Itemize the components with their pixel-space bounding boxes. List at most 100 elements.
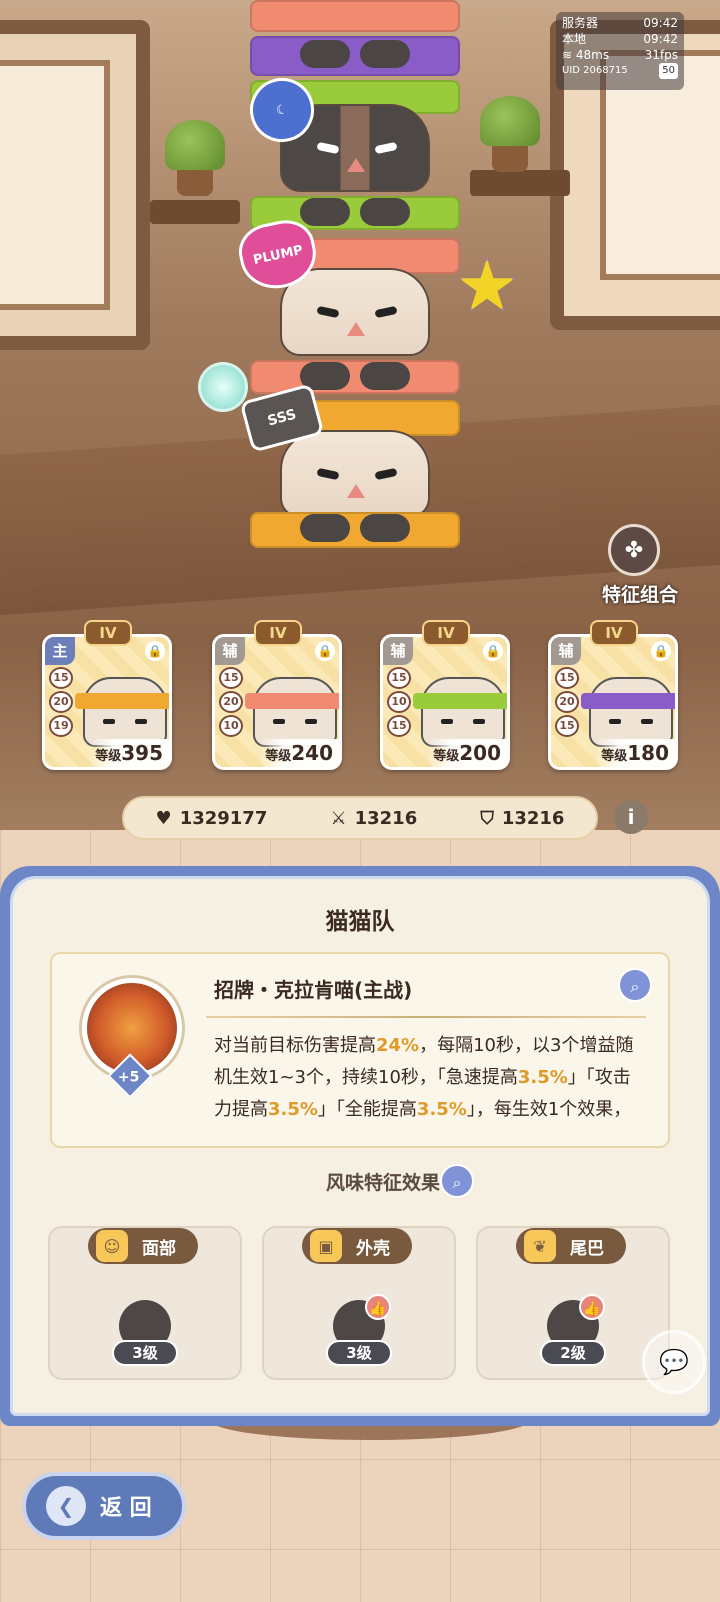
stat-bubble: 20 [49,691,73,713]
trait-combo-label: 特征组合 [601,584,678,606]
role-badge: 辅 [383,637,413,665]
level-prefix: 等级 [433,749,460,764]
local-label: 本地 [562,32,587,46]
ping-value: 48ms [575,48,610,62]
stat-bubble: 15 [555,667,579,689]
level-label: 等级180 [595,739,675,767]
magnifier-icon: ⌕ [630,977,640,996]
cat-eyes [273,719,317,724]
trait-stats: 15 20 15 [555,667,579,737]
level-value: 200 [459,741,501,765]
shield-icon: ⛉ [480,807,494,829]
plant-left [165,120,225,170]
level-label: 等级200 [427,739,507,767]
plump-text: PLUMP [251,242,305,268]
team-card-support[interactable]: 辅 🔒 15 20 15 等级180 [548,634,678,770]
cat-portrait [413,677,507,747]
trait-zoom-button[interactable]: ⌕ [440,1164,474,1198]
stat-bubble: 20 [555,691,579,713]
plant-right [480,96,540,146]
info-button[interactable]: i [614,800,648,834]
network-status-panel: 服务器 09:42 本地 09:42 ≋ 48ms 31fps UID 2068715… [556,12,684,90]
back-button[interactable]: ❮ 返 回 [22,1472,186,1540]
wifi-icon: ≋ [562,48,573,62]
trait-combo-button[interactable]: ✤ [608,524,660,576]
role-badge: 辅 [215,637,245,665]
shelf-right [470,170,570,196]
lock-icon[interactable]: 🔒 [483,641,503,661]
skill-text: 」「全能提高 [317,1099,417,1120]
stat-bubble: 15 [49,667,73,689]
cat-band [413,693,507,709]
lock-icon[interactable]: 🔒 [315,641,335,661]
cat-portrait [245,677,339,747]
cat-face-icon: ☺ [96,1230,128,1262]
paws-3 [300,362,410,390]
tier-badge: IV [590,620,638,646]
server-label: 服务器 [562,16,599,30]
cat-portrait [75,677,169,747]
stat-bubble: 19 [49,715,73,737]
trait-label: ▣ 外壳 [302,1228,412,1264]
thumbs-up-icon: 👍 [579,1294,605,1320]
trait-label: ❦ 尾巴 [516,1228,626,1264]
skill-description[interactable]: 对当前目标伤害提高24%，每隔10秒，以3个增益随机生效1~3个，持续10秒，「… [214,1030,644,1130]
tower-layer-top [250,0,460,32]
paws-4 [300,514,410,542]
trait-stats: 15 20 10 [219,667,243,737]
panel-title: 猫猫队 [325,909,395,935]
chat-button[interactable]: 💬 [642,1330,706,1394]
level-prefix: 等级 [601,749,628,764]
fps-value: 31fps [644,48,678,62]
wifi-ping: ≋ 48ms [562,47,609,63]
level-value: 240 [291,741,333,765]
skill-text: 对当前目标伤害提高 [214,1035,376,1056]
paws-top [300,40,410,68]
shelf-left [150,200,240,224]
team-card-main[interactable]: 主 🔒 15 20 19 等级395 [42,634,172,770]
attack-value: 13216 [354,807,418,829]
stat-bubble: 10 [219,715,243,737]
uid-text: UID 2068715 [562,65,628,76]
trait-label-text: 外壳 [356,1238,390,1259]
skill-divider [206,1016,646,1018]
shell-icon: ▣ [310,1230,342,1262]
level-prefix: 等级 [265,749,292,764]
stat-bubble: 20 [219,691,243,713]
pot-left [177,170,213,196]
skill-highlight: 3.5% [268,1099,318,1120]
tier-badge: IV [422,620,470,646]
lock-icon[interactable]: 🔒 [651,641,671,661]
battery-icon: 50 [659,63,678,79]
stat-bubble: 10 [387,691,411,713]
level-label: 等级395 [89,739,169,767]
cat-eyes [441,719,485,724]
level-prefix: 等级 [95,749,122,764]
skill-highlight: 3.5% [416,1099,467,1120]
chat-bubble-icon: 💬 [659,1348,689,1376]
heart-icon: ♥ [155,807,172,829]
cat-eyes [609,719,653,724]
cat-eyes [316,305,398,322]
hp-value: 1329177 [179,807,268,829]
cat-nose [347,484,365,498]
cat-band [245,693,339,709]
skill-highlight: 3.5% [517,1067,568,1088]
team-card-support[interactable]: 辅 🔒 15 10 15 等级200 [380,634,510,770]
lock-icon[interactable]: 🔒 [145,641,165,661]
skill-zoom-button[interactable]: ⌕ [618,968,652,1002]
magnifier-icon: ⌕ [452,1173,462,1192]
star-sticker-icon [459,258,515,311]
crossed-swords-icon: ⚔ [330,807,347,829]
team-card-support[interactable]: 辅 🔒 15 20 10 等级240 [212,634,342,770]
team-stats-bar: ♥ 1329177 ⚔ 13216 ⛉ 13216 [122,796,598,840]
back-label: 返 回 [100,1496,152,1521]
trait-level: 2级 [540,1340,606,1366]
cat-nose [347,158,365,172]
role-badge: 主 [45,637,75,665]
bubble-orb-icon [198,362,248,412]
trait-stats: 15 10 15 [387,667,411,737]
tier-badge: IV [254,620,302,646]
stat-bubble: 15 [555,715,579,737]
chevron-left-icon: ❮ [46,1486,86,1526]
